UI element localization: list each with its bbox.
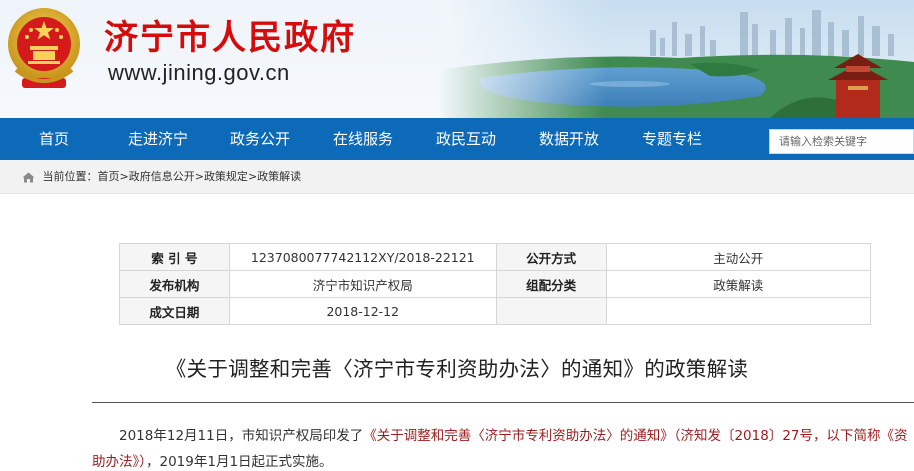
- breadcrumb-link-policy[interactable]: 政策规定: [204, 170, 248, 183]
- breadcrumb-separator: >: [247, 170, 258, 183]
- breadcrumb-separator: >: [194, 170, 204, 183]
- title-divider: [92, 402, 914, 403]
- breadcrumb-prefix: 当前位置：: [42, 170, 98, 183]
- written-date-value: 2018-12-12: [228, 297, 497, 325]
- nav-item-open-data[interactable]: 数据开放: [539, 118, 599, 160]
- breadcrumb-bar: 当前位置：首页>政府信息公开>政策规定>政策解读: [0, 160, 914, 194]
- publisher-value: 济宁市知识产权局: [228, 270, 497, 298]
- breadcrumb-separator: >: [119, 170, 129, 183]
- site-url: www.jining.gov.cn: [108, 60, 290, 85]
- article-paragraph: 2018年12月11日，市知识产权局印发了《关于调整和完善〈济宁市专利资助办法〉…: [92, 423, 914, 471]
- home-icon: [22, 172, 35, 182]
- nav-item-interaction[interactable]: 政民互动: [436, 118, 496, 160]
- publish-method-label: 公开方式: [495, 243, 607, 271]
- nav-item-home[interactable]: 首页: [39, 118, 69, 160]
- breadcrumb-current[interactable]: 政策解读: [257, 170, 301, 183]
- site-header: 济宁市人民政府 www.jining.gov.cn: [0, 0, 914, 118]
- search-input[interactable]: 请输入检索关键字: [769, 129, 914, 154]
- written-date-label: 成文日期: [119, 297, 230, 325]
- paragraph-text: ，2019年1月1日起正式实施。: [146, 454, 333, 470]
- category-value: 政策解读: [605, 270, 872, 298]
- breadcrumb-link-gov-info[interactable]: 政府信息公开: [129, 170, 195, 183]
- index-number-value: 1237080077742112XY/2018-22121: [228, 243, 497, 271]
- empty-label-cell: [495, 297, 607, 325]
- table-row: 索 引 号 1237080077742112XY/2018-22121 公开方式…: [119, 243, 872, 271]
- breadcrumb-link-home[interactable]: 首页: [98, 170, 120, 183]
- breadcrumb: 当前位置：首页>政府信息公开>政策规定>政策解读: [22, 160, 301, 194]
- paragraph-text: 2018年12月11日，市知识产权局印发了: [119, 428, 364, 444]
- nav-item-online-service[interactable]: 在线服务: [333, 118, 393, 160]
- site-title[interactable]: 济宁市人民政府: [104, 10, 356, 59]
- national-emblem-icon[interactable]: [6, 6, 82, 94]
- article-title: 《关于调整和完善〈济宁市专利资助办法〉的通知》的政策解读: [165, 357, 749, 381]
- index-number-label: 索 引 号: [119, 243, 230, 271]
- table-row: 发布机构 济宁市知识产权局 组配分类 政策解读: [119, 270, 872, 298]
- nav-item-topics[interactable]: 专题专栏: [642, 118, 702, 160]
- nav-item-about[interactable]: 走进济宁: [128, 118, 188, 160]
- document-info-table: 索 引 号 1237080077742112XY/2018-22121 公开方式…: [119, 243, 872, 325]
- city-skyline-banner: [440, 0, 914, 118]
- table-row: 成文日期 2018-12-12: [119, 297, 872, 325]
- empty-value-cell: [605, 297, 872, 325]
- publish-method-value: 主动公开: [605, 243, 872, 271]
- nav-item-gov-affairs[interactable]: 政务公开: [230, 118, 290, 160]
- publisher-label: 发布机构: [119, 270, 230, 298]
- category-label: 组配分类: [495, 270, 607, 298]
